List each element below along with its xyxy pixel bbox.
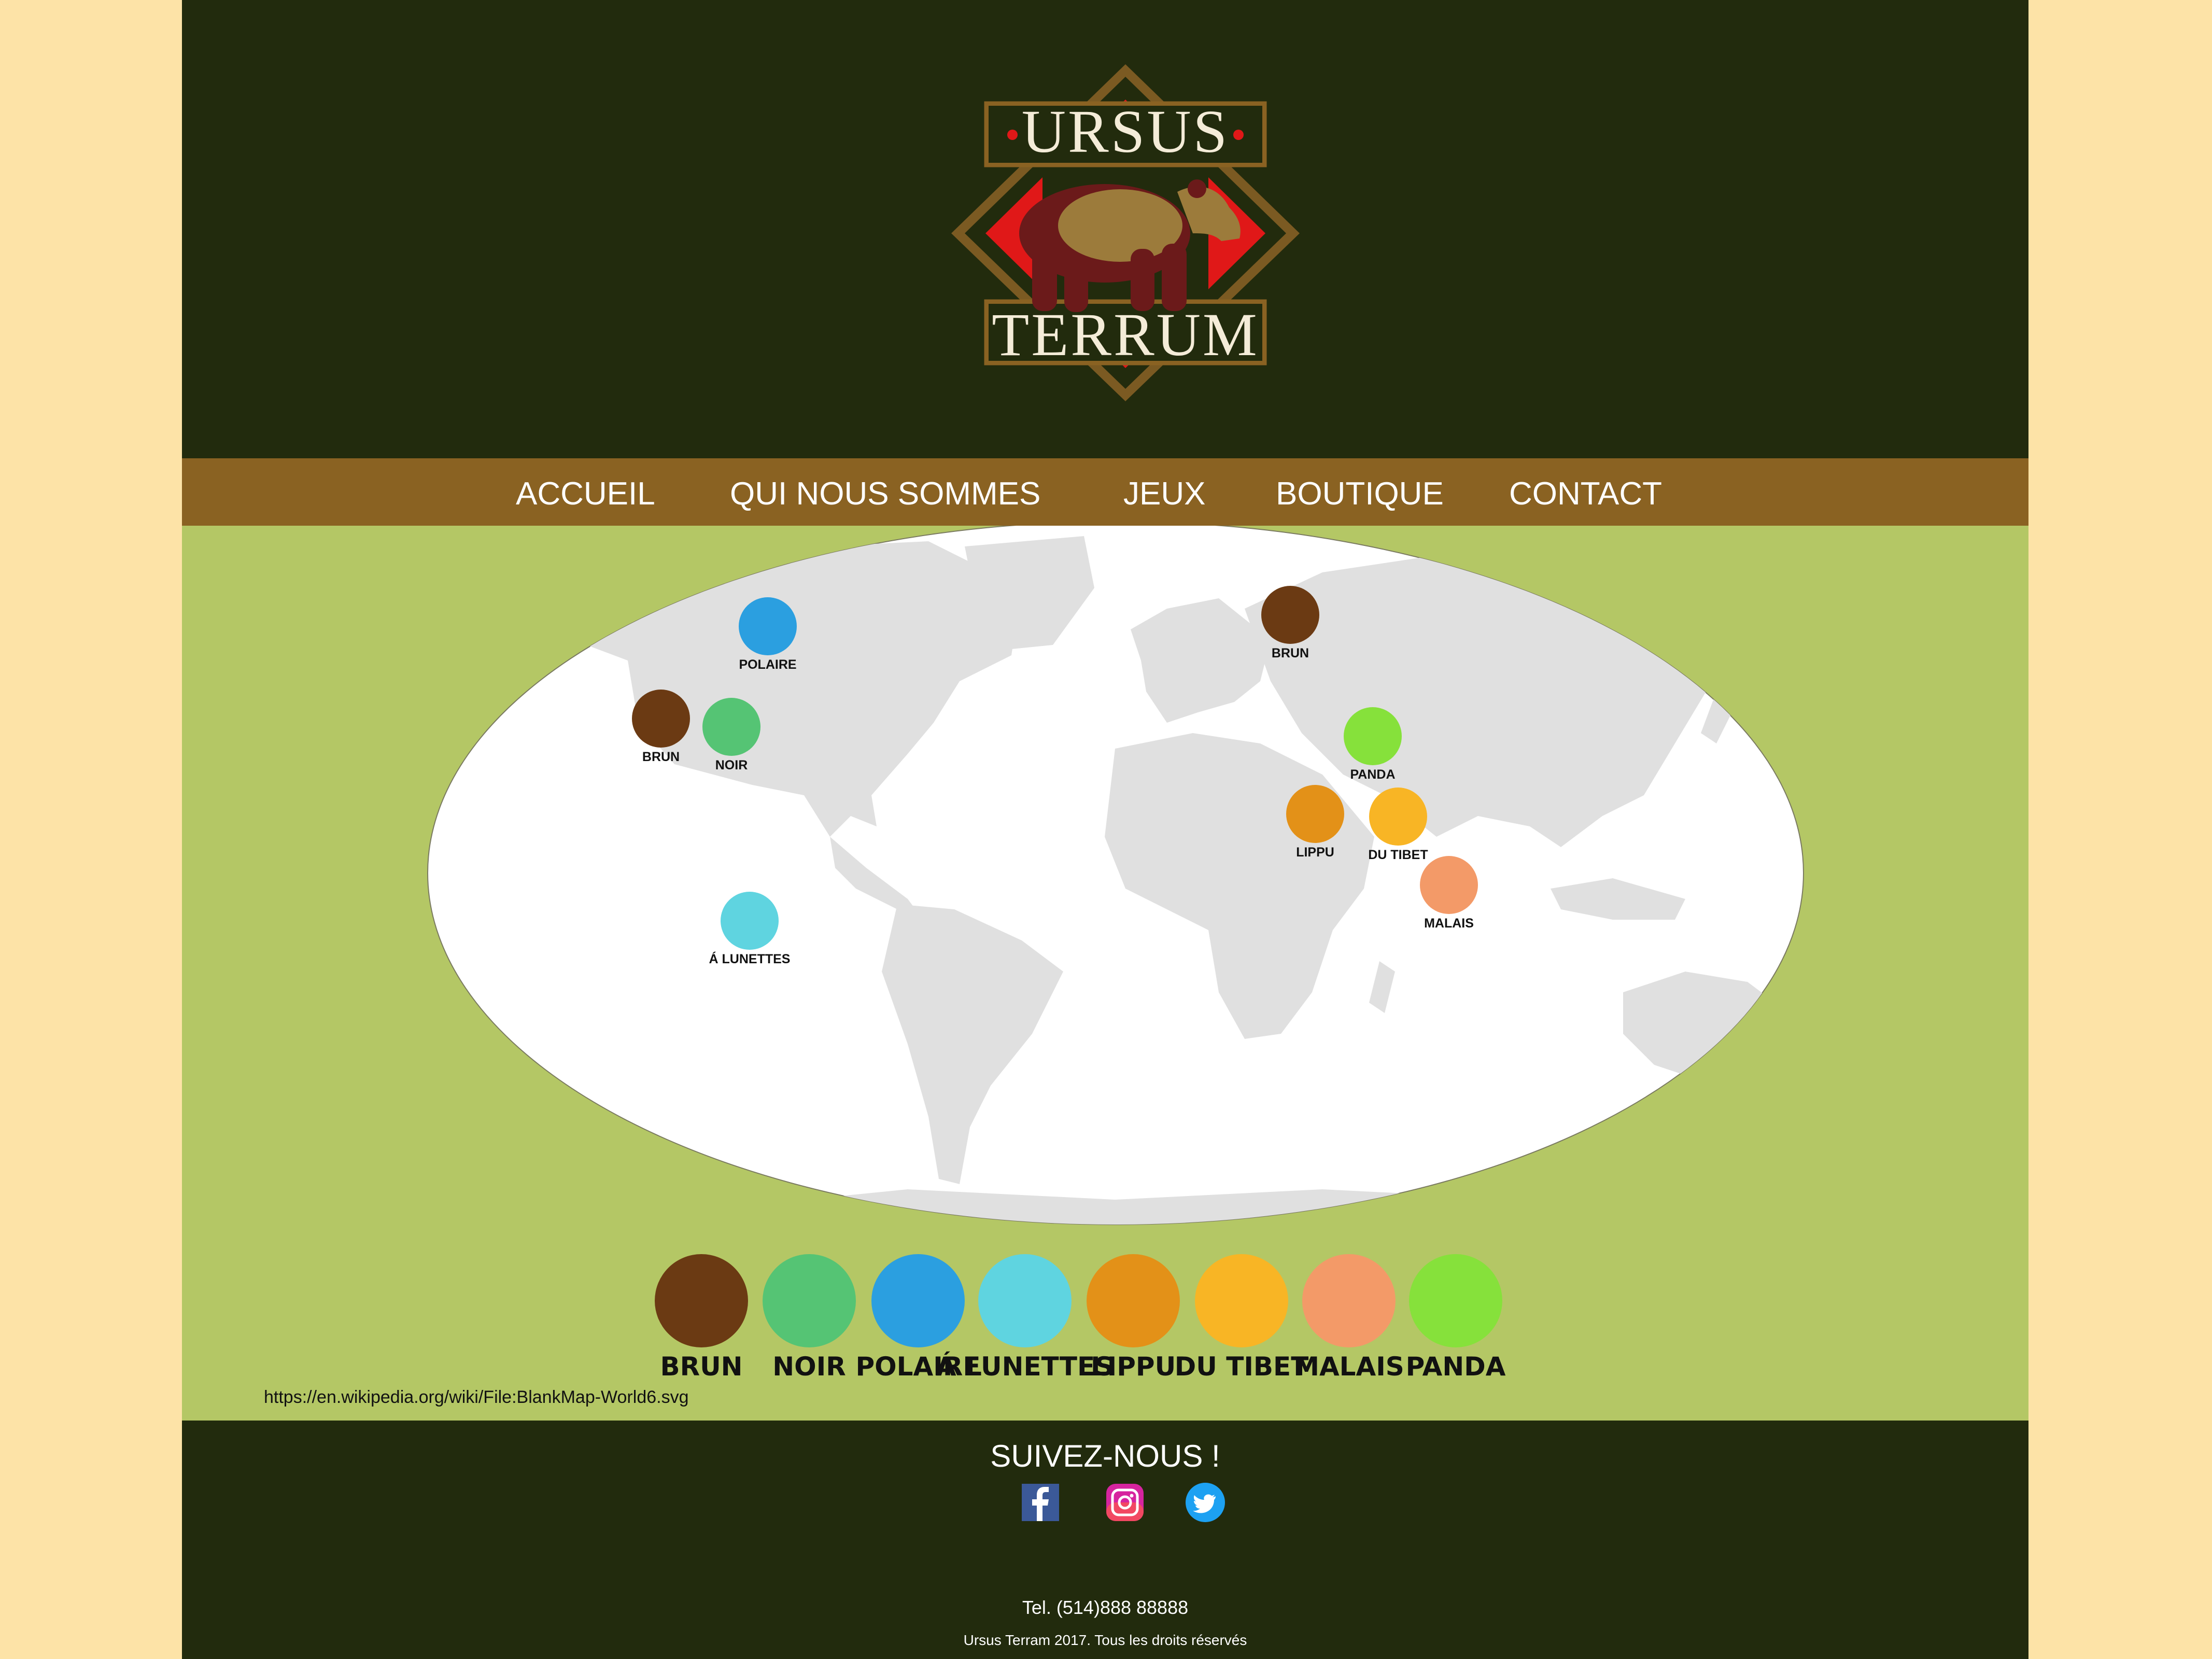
bear-label: BRUN: [642, 750, 680, 764]
bear-label: PANDA: [1406, 1352, 1506, 1382]
bear-label: LIPPU: [1296, 845, 1334, 860]
bear-badge-background: [1195, 1254, 1288, 1347]
map-pin-panda[interactable]: PANDA: [1343, 707, 1403, 789]
nav-item-jeux[interactable]: JEUX: [1123, 475, 1205, 512]
nav-item-accueil[interactable]: ACCUEIL: [516, 475, 655, 512]
follow-us-heading: SUIVEZ-NOUS !: [990, 1439, 1220, 1473]
bear-label: BRUN: [660, 1352, 742, 1382]
legend-item-tibet[interactable]: DU TIBET: [1175, 1254, 1309, 1385]
nav-item-qui-nous-sommes[interactable]: QUI NOUS SOMMES: [730, 475, 1040, 512]
legend-item-malais[interactable]: MALAIS: [1293, 1254, 1404, 1385]
bear-legend: BRUN NOIR POLAIREÁ LUNETTESLIPPUDU TIBETMA…: [653, 1254, 1506, 1385]
bear-badge-background: [1302, 1254, 1396, 1347]
bear-label: NOIR: [715, 758, 748, 772]
bear-badge-background: [1286, 785, 1344, 843]
bear-label: MALAIS: [1293, 1352, 1404, 1382]
nav-item-contact[interactable]: CONTACT: [1509, 475, 1662, 512]
bear-badge-background: [1369, 788, 1427, 846]
page: URSUS TERRUM ACCUEIL QUI NOUS SOMMES JEU…: [182, 0, 2028, 1659]
bear-label: MALAIS: [1424, 916, 1474, 931]
legend-item-panda[interactable]: PANDA: [1406, 1254, 1506, 1385]
bear-label: DU TIBET: [1368, 848, 1428, 862]
main-nav: ACCUEIL QUI NOUS SOMMES JEUX BOUTIQUE CO…: [182, 458, 2028, 526]
legend-item-noir[interactable]: NOIR: [760, 1254, 858, 1385]
bear-badge-background: [655, 1254, 748, 1347]
main-content: POLAIRE BRUN NOIR Á LUNETTES BRUN PANDA LIPPU D…: [182, 526, 2028, 1421]
bear-badge-background: [1420, 856, 1478, 914]
bear-badge-background: [702, 698, 760, 756]
instagram-icon[interactable]: [1104, 1482, 1146, 1523]
bear-label: PANDA: [1350, 767, 1395, 782]
map-source-credit[interactable]: https://en.wikipedia.org/wiki/File:Blank…: [264, 1387, 689, 1408]
legend-item-brun[interactable]: BRUN: [653, 1254, 750, 1385]
bear-label: POLAIRE: [739, 657, 796, 672]
bear-badge-background: [721, 892, 779, 950]
bear-badge-background: [1344, 707, 1402, 765]
site-logo[interactable]: URSUS TERRUM: [949, 62, 1302, 404]
bear-badge-background: [1087, 1254, 1180, 1347]
bear-badge-background: [632, 690, 690, 748]
site-footer: SUIVEZ-NOUS ! Tel. (514)888 88888 Ursus …: [182, 1421, 2028, 1659]
footer-copyright: Ursus Terram 2017. Tous les droits réser…: [963, 1632, 1247, 1648]
twitter-icon[interactable]: [1185, 1482, 1226, 1523]
bear-label: NOIR: [772, 1352, 846, 1382]
bear-badge-background: [978, 1254, 1072, 1347]
bear-label: BRUN: [1272, 646, 1309, 660]
logo-title-terrum: TERRUM: [992, 301, 1259, 369]
bear-label: Á LUNETTES: [709, 951, 791, 966]
bear-badge-background: [763, 1254, 856, 1347]
bear-label: DU TIBET: [1175, 1352, 1309, 1382]
bear-label: Á LUNETTES: [936, 1351, 1114, 1382]
legend-item-lippu[interactable]: LIPPU: [1084, 1254, 1182, 1385]
map-pin-polaire[interactable]: POLAIRE: [738, 597, 798, 679]
bear-badge-background: [1409, 1254, 1502, 1347]
bear-badge-background: [739, 597, 797, 655]
map-pin-malais[interactable]: MALAIS: [1419, 856, 1480, 937]
facebook-icon[interactable]: [1020, 1482, 1061, 1523]
bear-badge-background: [1261, 586, 1319, 644]
legend-item-lunettes[interactable]: Á LUNETTES: [936, 1254, 1114, 1385]
logo-title-ursus: URSUS: [1021, 97, 1230, 165]
footer-phone: Tel. (514)888 88888: [1022, 1597, 1189, 1618]
world-map: POLAIREBRUNNOIRÁ LUNETTESBRUNPANDALIPPU D…: [427, 526, 1804, 1385]
map-pin-tibet[interactable]: DU TIBET: [1368, 788, 1429, 869]
bear-label: LIPPU: [1091, 1352, 1176, 1382]
bear-badge-background: [871, 1254, 965, 1347]
nav-item-boutique[interactable]: BOUTIQUE: [1276, 475, 1444, 512]
